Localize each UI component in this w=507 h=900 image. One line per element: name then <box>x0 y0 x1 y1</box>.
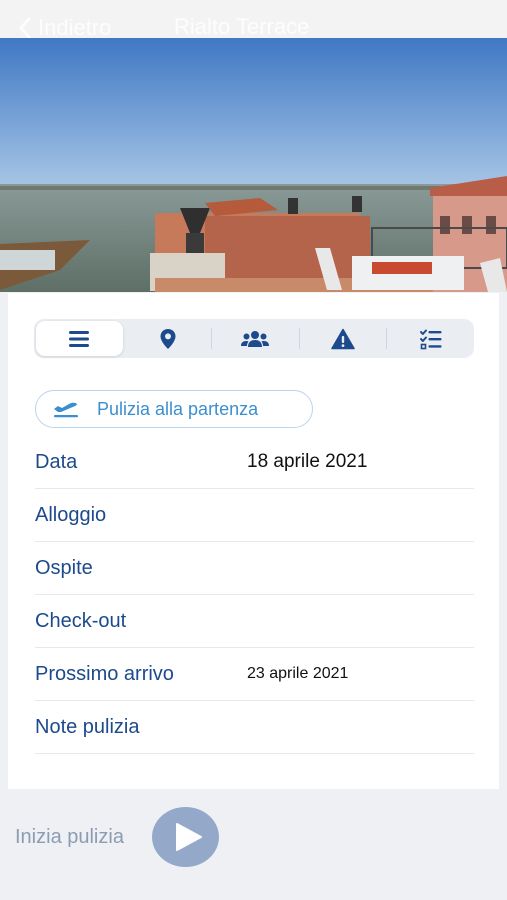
back-label: Indietro <box>38 15 112 40</box>
play-icon <box>176 823 202 851</box>
tab-details[interactable] <box>36 321 123 356</box>
start-cleaning-label: Inizia pulizia <box>15 826 124 848</box>
start-cleaning-button[interactable] <box>152 807 219 867</box>
map-pin-icon <box>160 328 176 349</box>
section-tabs <box>34 319 474 358</box>
property-photo <box>0 38 507 292</box>
users-icon <box>241 330 270 347</box>
next-arrival-label: Prossimo arrivo <box>35 662 174 685</box>
next-arrival-row: Prossimo arrivo 23 aprile 2021 <box>35 648 474 701</box>
date-label: Data <box>35 450 78 473</box>
cleaning-notes-label: Note pulizia <box>35 715 140 738</box>
guest-row[interactable]: Ospite <box>35 542 474 595</box>
back-button[interactable]: Indietro <box>18 14 111 40</box>
cleaning-type-chip[interactable]: Pulizia alla partenza <box>35 390 313 428</box>
cleaning-type-label: Pulizia alla partenza <box>97 398 259 419</box>
date-row: Data 18 aprile 2021 <box>35 436 474 489</box>
chevron-left-icon <box>19 17 31 39</box>
list-icon <box>69 330 90 347</box>
warning-icon <box>331 328 355 349</box>
checkout-row: Check-out <box>35 595 474 648</box>
checklist-icon <box>419 329 442 349</box>
tab-guests[interactable] <box>212 319 299 358</box>
date-value: 18 aprile 2021 <box>247 451 368 472</box>
lodging-label: Alloggio <box>35 503 107 526</box>
lodging-row[interactable]: Alloggio <box>35 489 474 542</box>
tab-issues[interactable] <box>300 319 387 358</box>
plane-departure-icon <box>54 402 78 418</box>
details-list: Data 18 aprile 2021 Alloggio Ospite Chec… <box>35 436 474 754</box>
checkout-label: Check-out <box>35 609 127 632</box>
navigation-bar: Indietro Rialto Terrace <box>0 0 507 40</box>
next-arrival-value: 23 aprile 2021 <box>247 665 349 682</box>
page-title: Rialto Terrace <box>174 14 310 39</box>
tab-location[interactable] <box>125 319 212 358</box>
tab-checklist[interactable] <box>387 319 474 358</box>
guest-label: Ospite <box>35 556 93 579</box>
cleaning-notes-row[interactable]: Note pulizia <box>35 701 474 754</box>
